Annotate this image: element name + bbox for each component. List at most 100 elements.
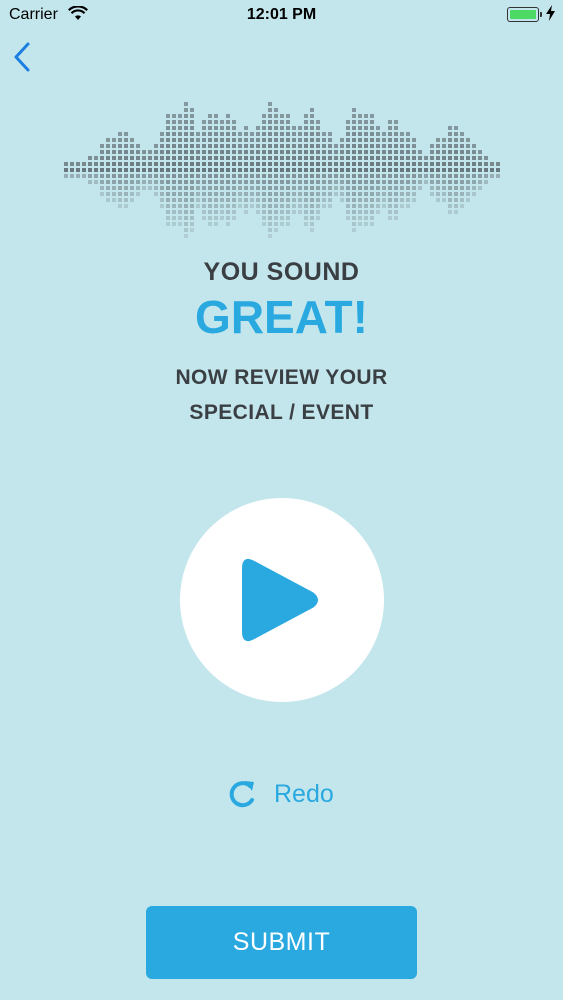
waveform-cell (406, 180, 410, 184)
waveform-cell (286, 132, 290, 136)
waveform-cell (328, 162, 332, 166)
waveform-cell (226, 132, 230, 136)
waveform-cell (442, 162, 446, 166)
waveform-cell (292, 162, 296, 166)
waveform-cell (460, 132, 464, 136)
waveform-cell (112, 144, 116, 148)
waveform-cell (298, 150, 302, 154)
waveform-cell (286, 156, 290, 160)
waveform-cell (280, 168, 284, 172)
waveform-cell (160, 144, 164, 148)
waveform-cell (226, 198, 230, 202)
waveform-cell (106, 162, 110, 166)
waveform-cell (256, 204, 260, 208)
waveform-cell (340, 186, 344, 190)
waveform-cell (448, 174, 452, 178)
waveform-cell (460, 168, 464, 172)
waveform-cell (418, 162, 422, 166)
waveform-cell (166, 174, 170, 178)
waveform-cell (202, 216, 206, 220)
waveform-cell (190, 180, 194, 184)
waveform-cell (256, 132, 260, 136)
waveform-cell (400, 180, 404, 184)
waveform-cell (394, 210, 398, 214)
waveform-cell (286, 168, 290, 172)
waveform-cell (202, 204, 206, 208)
submit-button[interactable]: SUBMIT (146, 906, 417, 979)
waveform-cell (322, 192, 326, 196)
waveform-cell (274, 210, 278, 214)
waveform-cell (184, 132, 188, 136)
waveform-cell (154, 186, 158, 190)
waveform-cell (256, 192, 260, 196)
waveform-cell (478, 186, 482, 190)
waveform-cell (364, 132, 368, 136)
waveform-cell (184, 168, 188, 172)
waveform-cell (166, 120, 170, 124)
waveform-cell (364, 222, 368, 226)
waveform-cell (358, 216, 362, 220)
waveform-cell (178, 222, 182, 226)
waveform-cell (304, 210, 308, 214)
waveform-cell (292, 186, 296, 190)
redo-button[interactable]: Redo (224, 776, 364, 816)
waveform-cell (478, 174, 482, 178)
waveform-cell (232, 186, 236, 190)
refresh-icon (229, 781, 254, 808)
waveform-cell (124, 186, 128, 190)
waveform-cell (304, 132, 308, 136)
waveform-cell (310, 204, 314, 208)
waveform-cell (190, 156, 194, 160)
waveform-cell (118, 150, 122, 154)
waveform-cell (244, 204, 248, 208)
waveform-cell (286, 120, 290, 124)
waveform-cell (430, 186, 434, 190)
waveform-cell (358, 126, 362, 130)
waveform-cell (436, 150, 440, 154)
waveform-cell (172, 210, 176, 214)
waveform-cell (454, 162, 458, 166)
waveform-cell (328, 168, 332, 172)
waveform-cell (100, 186, 104, 190)
waveform-cell (280, 198, 284, 202)
waveform-cell (238, 144, 242, 148)
waveform-cell (184, 192, 188, 196)
waveform-cell (268, 150, 272, 154)
waveform-cell (358, 132, 362, 136)
waveform-cell (196, 144, 200, 148)
waveform-cell (208, 180, 212, 184)
waveform-cell (358, 210, 362, 214)
waveform-cell (280, 210, 284, 214)
back-button[interactable] (8, 40, 40, 74)
waveform-cell (454, 174, 458, 178)
waveform-cell (430, 192, 434, 196)
waveform-cell (298, 204, 302, 208)
play-button[interactable] (180, 498, 384, 702)
waveform-cell (178, 150, 182, 154)
waveform-cell (202, 120, 206, 124)
waveform-cell (250, 198, 254, 202)
waveform-cell (394, 192, 398, 196)
waveform-cell (334, 162, 338, 166)
waveform-cell (298, 138, 302, 142)
waveform-cell (472, 192, 476, 196)
waveform-cell (184, 162, 188, 166)
waveform-cell (358, 198, 362, 202)
waveform-cell (112, 180, 116, 184)
waveform-cell (334, 180, 338, 184)
waveform-cell (82, 174, 86, 178)
waveform-cell (166, 210, 170, 214)
waveform-cell (202, 156, 206, 160)
waveform-cell (238, 138, 242, 142)
waveform-cell (304, 192, 308, 196)
waveform-cell (202, 192, 206, 196)
waveform-cell (208, 186, 212, 190)
waveform-cell (370, 150, 374, 154)
waveform-cell (184, 198, 188, 202)
waveform-cell (76, 162, 80, 166)
waveform-cell (406, 174, 410, 178)
waveform-cell (418, 186, 422, 190)
waveform-cell (346, 156, 350, 160)
waveform-cell (394, 162, 398, 166)
waveform-cell (136, 144, 140, 148)
